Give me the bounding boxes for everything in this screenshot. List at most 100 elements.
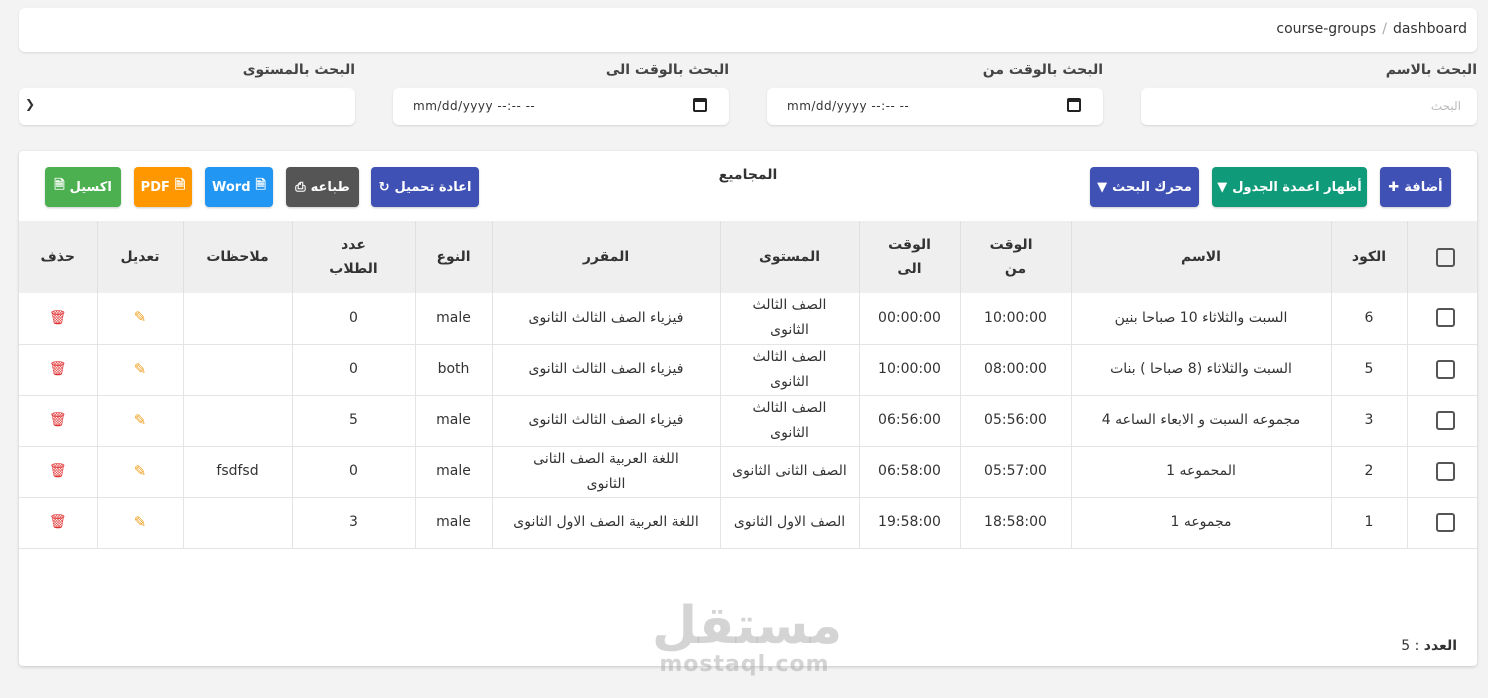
print-icon: ⎙: [295, 179, 306, 195]
reload-label: اعادة تحميل: [394, 179, 472, 195]
cell-code: 3: [1330, 395, 1407, 447]
table-row: 1 مجموعه 1 18:58:00 19:58:00 الصف الاول …: [19, 497, 1477, 549]
header-type: النوع: [414, 221, 492, 293]
trash-icon[interactable]: 🗑: [49, 463, 67, 479]
edit-icon[interactable]: ✎: [134, 308, 147, 326]
table-row: 5 السبت والثلاثاء (8 صباحا ) بنات 08:00:…: [19, 344, 1477, 396]
reload-button[interactable]: ↻ اعادة تحميل: [371, 167, 479, 207]
level-select[interactable]: ❯: [19, 88, 355, 125]
row-checkbox[interactable]: [1436, 461, 1456, 481]
cell-course: فيزياء الصف الثالث الثانوى: [491, 293, 720, 345]
filter-icon: ▼: [1217, 179, 1228, 195]
excel-label: اكسيل: [69, 179, 112, 195]
row-checkbox[interactable]: [1436, 512, 1456, 532]
breadcrumb: course-groups / dashboard: [1276, 21, 1467, 37]
cell-time-to: 00:00:00: [858, 293, 960, 345]
plus-icon: ✚: [1388, 179, 1400, 195]
pdf-label: PDF: [140, 179, 170, 195]
cell-notes: [182, 497, 292, 549]
cell-code: 2: [1330, 446, 1407, 498]
filter-time-from-label: البحث بالوقت من: [982, 62, 1103, 78]
row-checkbox[interactable]: [1436, 410, 1456, 430]
cell-name: المحموعه 1: [1070, 446, 1331, 498]
add-button-label: أضافة: [1404, 179, 1443, 195]
cell-time-to: 19:58:00: [858, 497, 960, 549]
filter-level-label: البحث بالمستوى: [242, 62, 355, 78]
cell-notes: fsdfsd: [182, 446, 292, 498]
show-columns-button[interactable]: ▼ أظهار اعمدة الجدول: [1212, 167, 1367, 207]
print-label: طباعه: [310, 179, 350, 195]
table-row: 6 السبت والثلاثاء 10 صباحا بنين 10:00:00…: [19, 293, 1477, 345]
cell-name: السبت والثلاثاء 10 صباحا بنين: [1070, 293, 1331, 345]
cell-level: الصف الاول الثانوى: [719, 497, 859, 549]
search-name-placeholder: البحث: [1430, 99, 1461, 113]
time-to-value: mm/dd/yyyy --:-- --: [413, 99, 536, 113]
table-header-row: الكود الاسم الوقت من الوقت الى المستوى ا…: [19, 221, 1477, 293]
pdf-button[interactable]: PDF 🗎: [134, 167, 192, 207]
filter-name: البحث بالاسم البحث: [1141, 58, 1477, 125]
edit-icon[interactable]: ✎: [134, 513, 147, 531]
cell-course: فيزياء الصف الثالث الثانوى: [491, 395, 720, 447]
count-value: 5: [1401, 638, 1411, 654]
word-button[interactable]: Word 🗎: [205, 167, 273, 207]
cell-type: male: [414, 446, 492, 498]
row-checkbox[interactable]: [1436, 308, 1456, 328]
search-name-input[interactable]: البحث: [1141, 88, 1477, 125]
chevron-down-icon: ❯: [25, 97, 36, 111]
table-row: 3 مجموعه السبت و الابعاء الساعه 4 05:56:…: [19, 395, 1477, 447]
filter-name-label: البحث بالاسم: [1385, 62, 1477, 78]
filter-time-to: البحث بالوقت الى mm/dd/yyyy --:-- --: [393, 58, 729, 125]
word-file-icon: 🗎: [255, 178, 266, 193]
trash-icon[interactable]: 🗑: [49, 412, 67, 428]
search-engine-label: محرك البحث: [1112, 179, 1192, 195]
cell-level: الصف الثالث الثانوى: [719, 395, 859, 447]
groups-table: الكود الاسم الوقت من الوقت الى المستوى ا…: [19, 221, 1477, 549]
filter-icon: ▼: [1097, 179, 1108, 195]
cell-time-to: 06:58:00: [858, 446, 960, 498]
header-time-from: الوقت من: [959, 221, 1071, 293]
cell-code: 1: [1330, 497, 1407, 549]
cell-time-from: 10:00:00: [959, 293, 1071, 345]
time-from-input[interactable]: mm/dd/yyyy --:-- --: [767, 88, 1103, 125]
filter-time-from: البحث بالوقت من mm/dd/yyyy --:-- --: [767, 58, 1103, 125]
header-notes: ملاحظات: [182, 221, 292, 293]
row-checkbox[interactable]: [1436, 359, 1456, 379]
trash-icon[interactable]: 🗑: [49, 514, 67, 530]
cell-course: فيزياء الصف الثالث الثانوى: [491, 344, 720, 396]
time-from-value: mm/dd/yyyy --:-- --: [787, 99, 910, 113]
breadcrumb-dashboard-link[interactable]: dashboard: [1393, 21, 1467, 37]
header-time-to: الوقت الى: [858, 221, 960, 293]
cell-level: الصف الثالث الثانوى: [719, 293, 859, 345]
search-engine-button[interactable]: ▼ محرك البحث: [1090, 167, 1199, 207]
trash-icon[interactable]: 🗑: [49, 310, 67, 326]
trash-icon[interactable]: 🗑: [49, 361, 67, 377]
calendar-icon[interactable]: [1067, 98, 1081, 112]
count-label: العدد: [1423, 638, 1457, 654]
excel-button[interactable]: 🗎 اكسيل: [45, 167, 121, 207]
add-button[interactable]: ✚ أضافة: [1380, 167, 1451, 207]
count-separator: :: [1414, 638, 1420, 654]
cell-time-to: 06:56:00: [858, 395, 960, 447]
cell-code: 6: [1330, 293, 1407, 345]
cell-type: male: [414, 293, 492, 345]
cell-students: 0: [291, 293, 415, 345]
header-delete: حذف: [19, 221, 97, 293]
show-columns-label: أظهار اعمدة الجدول: [1232, 179, 1362, 195]
edit-icon[interactable]: ✎: [134, 462, 147, 480]
cell-time-from: 05:56:00: [959, 395, 1071, 447]
cell-type: both: [414, 344, 492, 396]
calendar-icon[interactable]: [693, 98, 707, 112]
edit-icon[interactable]: ✎: [134, 360, 147, 378]
edit-icon[interactable]: ✎: [134, 411, 147, 429]
cell-level: الصف الثالث الثانوى: [719, 344, 859, 396]
time-to-input[interactable]: mm/dd/yyyy --:-- --: [393, 88, 729, 125]
print-button[interactable]: ⎙ طباعه: [286, 167, 359, 207]
groups-card: المجاميع ✚ أضافة ▼ أظهار اعمدة الجدول ▼ …: [19, 151, 1477, 666]
header-course: المقرر: [491, 221, 720, 293]
cell-time-from: 05:57:00: [959, 446, 1071, 498]
cell-type: male: [414, 497, 492, 549]
header-students: عدد الطلاب: [291, 221, 415, 293]
cell-students: 3: [291, 497, 415, 549]
breadcrumb-current: course-groups: [1276, 21, 1377, 37]
select-all-checkbox[interactable]: [1436, 247, 1456, 267]
